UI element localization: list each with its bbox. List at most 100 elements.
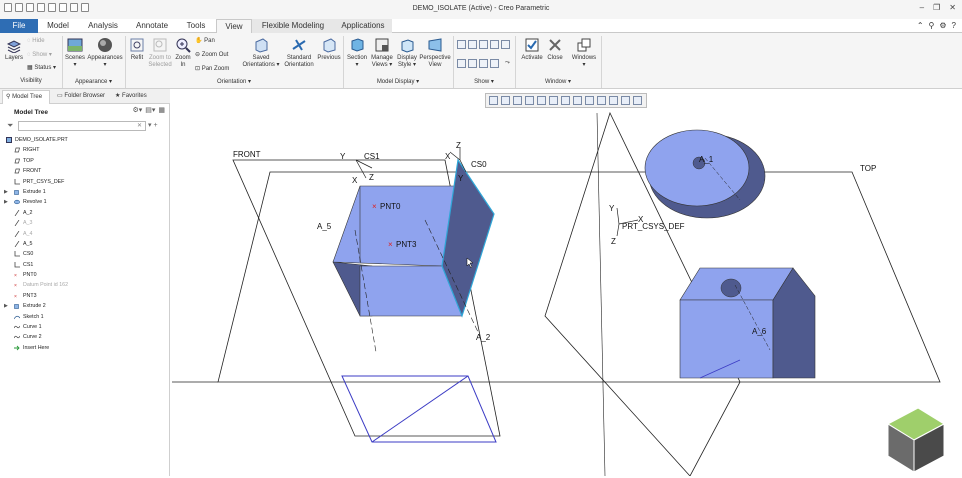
group-model-display: Model Display ▾: [376, 79, 420, 85]
close-label: Close: [547, 55, 563, 61]
layers-button[interactable]: Layers: [3, 39, 25, 62]
tree-item[interactable]: PRT_CSYS_DEF: [4, 177, 168, 187]
saved-orientations-button[interactable]: Saved Orientations ▾: [241, 37, 281, 69]
axis-tag-icon[interactable]: [468, 59, 477, 68]
view-cube[interactable]: [886, 407, 946, 473]
tree-item[interactable]: CS0: [4, 249, 168, 259]
window-group-label: Window: [544, 79, 567, 85]
tree-item[interactable]: FRONT: [4, 166, 168, 176]
previous-button[interactable]: Previous: [316, 37, 342, 62]
scenes-button[interactable]: Scenes ▾: [64, 37, 86, 69]
axis-display-icon[interactable]: [468, 40, 477, 49]
csys-tag-icon[interactable]: [490, 59, 499, 68]
spin-center-icon[interactable]: [501, 40, 510, 49]
pan-button[interactable]: ✋ Pan: [195, 37, 215, 44]
tree-settings-icon[interactable]: ⚙▾: [132, 106, 142, 114]
saved-orientations-view-icon[interactable]: [549, 96, 558, 105]
tree-item[interactable]: Curve 2: [4, 332, 168, 342]
point-display-icon[interactable]: [479, 40, 488, 49]
zoom-out-button[interactable]: ⊖ Zoom Out: [195, 51, 228, 58]
zoom-to-selected-button[interactable]: Zoom to Selected: [148, 37, 172, 69]
search-icon[interactable]: ⚲: [929, 21, 935, 30]
perspective-view-icon[interactable]: [573, 96, 582, 105]
tree-item[interactable]: A_3: [4, 218, 168, 228]
close-button[interactable]: Close: [545, 37, 565, 62]
svg-text:×: ×: [14, 273, 17, 278]
csys-display-icon[interactable]: [490, 40, 499, 49]
tree-item[interactable]: ▶ Extrude 2: [4, 301, 168, 311]
annotation-view-icon[interactable]: [609, 96, 618, 105]
activate-button[interactable]: Activate: [519, 37, 545, 62]
tree-item[interactable]: RIGHT: [4, 145, 168, 155]
minimize-icon[interactable]: –: [920, 3, 924, 12]
tab-analysis[interactable]: Analysis: [78, 19, 128, 33]
tree-item[interactable]: × PNT3: [4, 291, 168, 301]
tab-applications[interactable]: Applications: [334, 19, 392, 33]
tab-model[interactable]: Model: [38, 19, 78, 33]
refit-view-icon[interactable]: [489, 96, 498, 105]
tree-show-icon[interactable]: ▦: [158, 106, 165, 114]
clear-filter-icon[interactable]: ✕: [137, 122, 142, 129]
filter-icon[interactable]: ⏷: [7, 121, 13, 131]
repaint-icon[interactable]: [525, 96, 534, 105]
restore-icon[interactable]: ❐: [933, 3, 940, 12]
tree-item[interactable]: CS1: [4, 260, 168, 270]
tree-item[interactable]: A_4: [4, 229, 168, 239]
tree-item[interactable]: TOP: [4, 156, 168, 166]
tree-item[interactable]: DEMO_ISOLATE.PRT: [4, 135, 168, 145]
section-button[interactable]: Section ▾: [346, 37, 368, 69]
tree-item[interactable]: × Datum Point id 162: [4, 280, 168, 290]
tree-item[interactable]: A_2: [4, 208, 168, 218]
hide-button[interactable]: ◌ Hide: [27, 38, 45, 44]
graphics-area[interactable]: × × FRONT TOP PRT_CSYS_DEF PNT0 PNT3 CS0…: [172, 110, 962, 477]
zoom-in-view-icon[interactable]: [501, 96, 510, 105]
tree-item[interactable]: × PNT0: [4, 270, 168, 280]
tab-model-tree[interactable]: ⚲ Model Tree: [2, 90, 50, 104]
tree-filter-input[interactable]: [18, 121, 146, 131]
tab-view[interactable]: View: [216, 19, 252, 33]
tree-item[interactable]: ▶ Revolve 1: [4, 197, 168, 207]
expand-arrow-icon[interactable]: ▶: [4, 187, 8, 197]
collapse-ribbon-icon[interactable]: ⌃: [917, 21, 924, 30]
tab-folder-browser[interactable]: ▭ Folder Browser: [54, 90, 110, 104]
tree-item[interactable]: Insert Here: [4, 343, 168, 353]
standard-orientation-button[interactable]: Standard Orientation: [283, 37, 315, 69]
tree-item[interactable]: A_5: [4, 239, 168, 249]
filter-options-icon[interactable]: ▾ +: [148, 121, 158, 129]
zoom-in-button[interactable]: Zoom In: [174, 37, 192, 69]
tree-item[interactable]: Curve 1: [4, 322, 168, 332]
display-style-view-icon[interactable]: [537, 96, 546, 105]
display-style-button[interactable]: Display Style ▾: [396, 37, 418, 69]
tab-tools[interactable]: Tools: [176, 19, 216, 33]
pan-zoom-button[interactable]: ⊡ Pan Zoom: [195, 65, 229, 72]
tab-flexible-modeling[interactable]: Flexible Modeling: [252, 19, 334, 33]
spin-center-view-icon[interactable]: [597, 96, 606, 105]
plane-view-icon[interactable]: [621, 96, 630, 105]
expand-arrow-icon[interactable]: ▶: [4, 197, 8, 207]
manage-views-button[interactable]: Manage Views ▾: [369, 37, 395, 69]
perspective-view-button[interactable]: Perspective View: [419, 37, 451, 69]
help-icon[interactable]: ?: [952, 21, 956, 30]
tree-item[interactable]: Sketch 1: [4, 312, 168, 322]
zoom-out-view-icon[interactable]: [513, 96, 522, 105]
tab-annotate[interactable]: Annotate: [128, 19, 176, 33]
refit-button[interactable]: Refit: [127, 37, 147, 62]
status-button[interactable]: ▦ Status ▾: [27, 64, 56, 71]
datum-display-icon[interactable]: [585, 96, 594, 105]
point-tag-icon[interactable]: [479, 59, 488, 68]
close-icon[interactable]: ✕: [949, 3, 956, 12]
tree-item[interactable]: ▶ Extrude 1: [4, 187, 168, 197]
appearances-button[interactable]: Appearances ▾: [87, 37, 123, 69]
view-manager-icon[interactable]: [561, 96, 570, 105]
plane-tag-icon[interactable]: [457, 59, 466, 68]
csys-view-icon[interactable]: [633, 96, 642, 105]
plane-display-icon[interactable]: [457, 40, 466, 49]
settings-icon[interactable]: ⚙: [939, 21, 946, 30]
show-button[interactable]: ◌ Show ▾: [27, 51, 52, 58]
tab-file[interactable]: File: [0, 19, 38, 33]
expand-arrow-icon[interactable]: ▶: [4, 301, 8, 311]
tab-favorites[interactable]: ★ Favorites: [112, 90, 154, 104]
tree-columns-icon[interactable]: ▤▾: [145, 106, 155, 114]
windows-button[interactable]: Windows ▾: [570, 37, 598, 69]
annotation-display-icon[interactable]: ⤳: [505, 60, 510, 67]
